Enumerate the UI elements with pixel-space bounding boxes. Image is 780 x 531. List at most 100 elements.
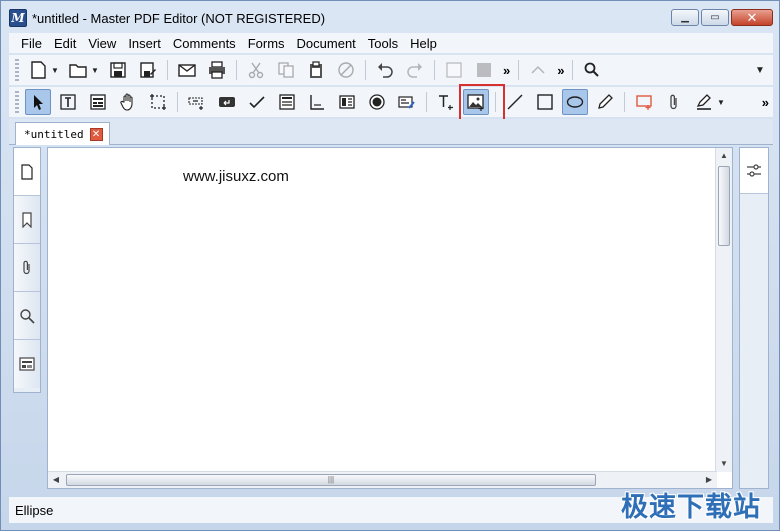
- highlight-tool-button[interactable]: [691, 89, 717, 115]
- cut-button[interactable]: [243, 57, 269, 83]
- toolbar-separator: [177, 92, 178, 112]
- add-text-field-button[interactable]: [184, 89, 210, 115]
- minimize-button[interactable]: ▁: [671, 9, 699, 26]
- highlight-dropdown-icon[interactable]: ▼: [717, 98, 725, 107]
- page-text[interactable]: www.jisuxz.com: [183, 168, 289, 185]
- menu-help[interactable]: Help: [404, 36, 443, 51]
- select-tool-button[interactable]: [25, 89, 51, 115]
- search-button[interactable]: [579, 57, 605, 83]
- document-canvas[interactable]: www.jisuxz.com ▲ ▼ ◀ ||| ▶: [47, 147, 733, 489]
- scroll-down-icon[interactable]: ▼: [716, 456, 732, 472]
- email-button[interactable]: [174, 57, 200, 83]
- open-dropdown-icon[interactable]: ▼: [91, 66, 99, 75]
- add-combobox-button[interactable]: [304, 89, 330, 115]
- sliders-icon: [747, 163, 761, 177]
- attachments-panel-button[interactable]: [14, 244, 40, 292]
- menu-document[interactable]: Document: [291, 36, 362, 51]
- vertical-scrollbar[interactable]: ▲ ▼: [715, 148, 732, 472]
- add-text-button[interactable]: [433, 89, 459, 115]
- main-toolbar: ▼ ▼ » » ▼: [9, 55, 773, 85]
- pages-panel-button[interactable]: [14, 148, 40, 196]
- scissors-icon: [248, 62, 264, 79]
- tools-toolbar: ▼ »: [9, 84, 773, 128]
- save-as-button[interactable]: [135, 57, 161, 83]
- scroll-up-icon[interactable]: ▲: [716, 148, 732, 164]
- rectangle-icon: [537, 94, 553, 110]
- edit-text-tool-button[interactable]: [55, 89, 81, 115]
- search-icon: [585, 62, 600, 77]
- close-window-button[interactable]: ✕: [731, 9, 773, 26]
- previous-page-button[interactable]: [525, 57, 551, 83]
- hand-tool-button[interactable]: [115, 89, 141, 115]
- pencil-tool-button[interactable]: [592, 89, 618, 115]
- new-document-dropdown-icon[interactable]: ▼: [51, 66, 59, 75]
- menu-comments[interactable]: Comments: [167, 36, 242, 51]
- clipboard-icon: [310, 61, 322, 78]
- add-radio-button[interactable]: [334, 89, 360, 115]
- add-button-field-button[interactable]: [214, 89, 240, 115]
- open-button[interactable]: [65, 57, 91, 83]
- save-button[interactable]: [105, 57, 131, 83]
- watermark-logo: 极速下载站: [621, 492, 761, 523]
- layers-panel-button[interactable]: [14, 340, 40, 388]
- stroke-color-button[interactable]: [471, 57, 497, 83]
- maximize-button[interactable]: ▭: [701, 9, 729, 26]
- app-logo-icon: M: [9, 9, 27, 27]
- menu-tools[interactable]: Tools: [362, 36, 404, 51]
- horizontal-scrollbar[interactable]: ◀ ||| ▶: [48, 471, 717, 488]
- snapshot-tool-button[interactable]: [145, 89, 171, 115]
- scroll-left-icon[interactable]: ◀: [48, 472, 64, 488]
- bookmarks-panel-button[interactable]: [14, 196, 40, 244]
- add-checkbox-button[interactable]: [244, 89, 270, 115]
- rectangle-tool-button[interactable]: [532, 89, 558, 115]
- save-as-icon: [140, 62, 156, 78]
- list-box-icon: [279, 94, 295, 110]
- comment-box-icon: [636, 95, 652, 110]
- toolbar-overflow-button-2[interactable]: »: [557, 63, 564, 78]
- tab-label: *untitled: [24, 127, 84, 141]
- menu-edit[interactable]: Edit: [48, 36, 82, 51]
- delete-button[interactable]: [333, 57, 359, 83]
- edit-forms-tool-button[interactable]: [85, 89, 111, 115]
- menu-forms[interactable]: Forms: [242, 36, 291, 51]
- properties-panel-button[interactable]: [740, 148, 768, 194]
- text-field-icon: [188, 97, 203, 110]
- line-tool-button[interactable]: [502, 89, 528, 115]
- horizontal-scroll-thumb[interactable]: |||: [66, 474, 596, 486]
- toolbar-grip[interactable]: [15, 59, 19, 81]
- menu-insert[interactable]: Insert: [122, 36, 167, 51]
- chevron-up-icon: [531, 65, 545, 74]
- add-image-button[interactable]: [459, 84, 505, 128]
- paste-button[interactable]: [303, 57, 329, 83]
- add-comment-box-button[interactable]: [631, 89, 657, 115]
- toolbar-overflow-button[interactable]: »: [503, 63, 510, 78]
- maximize-icon: ▭: [710, 12, 720, 23]
- ellipse-tool-button[interactable]: [562, 89, 588, 115]
- fill-color-button[interactable]: [441, 57, 467, 83]
- toolbar-grip[interactable]: [15, 91, 19, 113]
- print-button[interactable]: [204, 57, 230, 83]
- menu-view[interactable]: View: [82, 36, 122, 51]
- add-radio-option-button[interactable]: [364, 89, 390, 115]
- attach-file-button[interactable]: [661, 89, 687, 115]
- save-icon: [110, 62, 126, 78]
- toolbar-options-dropdown-icon[interactable]: ▼: [755, 65, 765, 76]
- redo-button[interactable]: [402, 57, 428, 83]
- page-icon: [21, 163, 33, 180]
- new-document-button[interactable]: [25, 57, 51, 83]
- add-signature-field-button[interactable]: [394, 89, 420, 115]
- tab-untitled[interactable]: *untitled ✕: [15, 122, 110, 145]
- search-panel-button[interactable]: [14, 292, 40, 340]
- add-listbox-button[interactable]: [274, 89, 300, 115]
- status-text: Ellipse: [15, 502, 54, 518]
- close-tab-icon[interactable]: ✕: [89, 127, 103, 141]
- tools-overflow-button[interactable]: »: [762, 95, 769, 110]
- menu-file[interactable]: File: [15, 36, 48, 51]
- new-document-icon: [31, 61, 46, 79]
- undo-button[interactable]: [372, 57, 398, 83]
- vertical-scroll-thumb[interactable]: [718, 166, 730, 246]
- paperclip-icon: [670, 94, 677, 110]
- undo-icon: [378, 63, 393, 78]
- app-window: M *untitled - Master PDF Editor (NOT REG…: [0, 0, 780, 531]
- copy-button[interactable]: [273, 57, 299, 83]
